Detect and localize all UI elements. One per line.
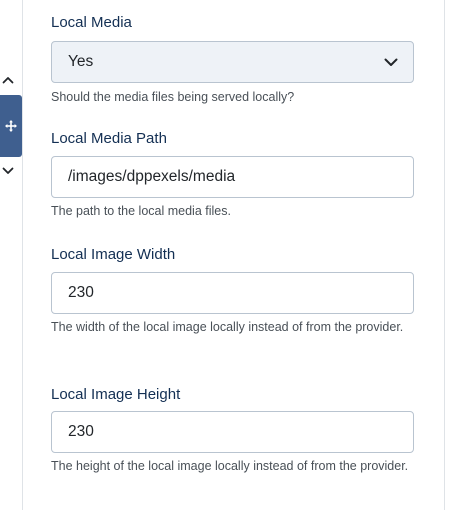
local-image-width-label: Local Image Width [51, 246, 176, 263]
local-media-field: Local Media Yes Should the media files b… [51, 14, 414, 104]
select-caret[interactable] [369, 42, 413, 82]
local-media-path-label: Local Media Path [51, 130, 167, 147]
local-media-select[interactable]: Yes [51, 41, 414, 83]
chevron-down-icon [384, 58, 398, 66]
move-up-button[interactable] [0, 71, 16, 89]
local-media-label: Local Media [51, 14, 132, 31]
local-media-path-field: Local Media Path /images/dppexels/media … [51, 130, 414, 218]
row-controls [0, 0, 22, 510]
local-media-help: Should the media files being served loca… [51, 90, 295, 104]
local-image-width-field: Local Image Width 230 The width of the l… [51, 246, 414, 334]
move-down-button[interactable] [0, 162, 16, 180]
local-media-select-value: Yes [68, 53, 94, 70]
local-image-height-label: Local Image Height [51, 386, 181, 403]
chevron-down-icon [2, 167, 14, 174]
drag-handle[interactable] [0, 95, 22, 157]
local-image-height-field: Local Image Height 230 The height of the… [51, 386, 414, 473]
local-image-width-value: 230 [68, 284, 94, 301]
chevron-up-icon [2, 77, 14, 84]
subform-row: Local Media Yes Should the media files b… [0, 0, 460, 510]
local-media-path-value: /images/dppexels/media [68, 168, 236, 185]
local-image-width-input[interactable]: 230 [51, 272, 414, 314]
form-card: Local Media Yes Should the media files b… [22, 0, 445, 510]
local-media-path-help: The path to the local media files. [51, 204, 231, 218]
local-image-height-input[interactable]: 230 [51, 411, 414, 453]
move-arrows-icon [5, 120, 17, 132]
local-image-width-help: The width of the local image locally ins… [51, 320, 404, 334]
local-image-height-value: 230 [68, 423, 94, 440]
local-image-height-help: The height of the local image locally in… [51, 459, 409, 473]
local-media-path-input[interactable]: /images/dppexels/media [51, 156, 414, 198]
